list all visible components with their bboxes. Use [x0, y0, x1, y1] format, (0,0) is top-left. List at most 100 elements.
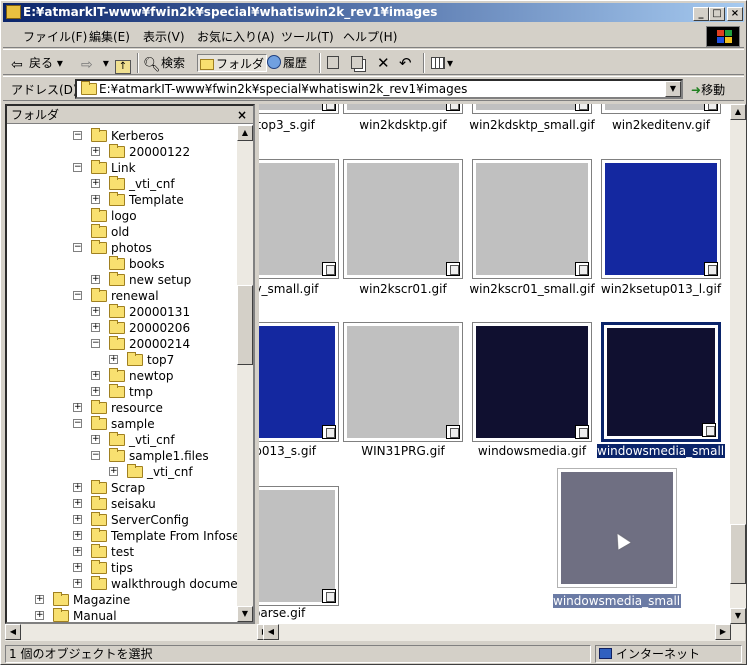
thumbnail[interactable]	[601, 104, 721, 114]
minimize-button[interactable]: _	[693, 7, 709, 21]
expand-toggle[interactable]: +	[91, 179, 100, 188]
scroll-down-button[interactable]: ▼	[237, 606, 253, 622]
expand-toggle[interactable]: +	[91, 307, 100, 316]
expand-toggle[interactable]: +	[109, 355, 118, 364]
views-button[interactable]: ▾	[431, 54, 453, 72]
tree-node-label: Magazine	[73, 593, 131, 607]
scroll-down-button[interactable]: ▼	[730, 608, 746, 624]
expand-toggle[interactable]: +	[73, 531, 82, 540]
forward-button[interactable]: ⇨ ▾	[81, 54, 109, 73]
go-button[interactable]: ➜移動	[691, 81, 725, 98]
thumbnail[interactable]	[343, 322, 463, 442]
scroll-left-button[interactable]: ◀	[5, 624, 21, 640]
address-input[interactable]: E:¥atmarkIT-www¥fwin2k¥special¥whatiswin…	[75, 79, 683, 99]
expand-toggle[interactable]: −	[73, 163, 82, 172]
expand-toggle[interactable]: +	[73, 515, 82, 524]
title-bar[interactable]: E:¥atmarkIT-www¥fwin2k¥special¥whatiswin…	[3, 3, 744, 22]
thumbnail-vscrollbar[interactable]: ▲ ▼	[730, 104, 746, 624]
thumbnail[interactable]	[472, 159, 592, 279]
tree-node-label: Link	[111, 161, 136, 175]
tree-node-label: tmp	[129, 385, 154, 399]
thumbnail[interactable]	[343, 104, 463, 114]
delete-button[interactable]: ✕	[377, 54, 390, 72]
expand-toggle[interactable]: +	[91, 387, 100, 396]
move-to-button[interactable]	[327, 54, 341, 72]
thumbnail-caption[interactable]: win2ksetup013_l.gif	[597, 282, 725, 296]
thumbnail-caption[interactable]: win2kdsktp.gif	[339, 118, 467, 132]
back-button[interactable]: ⇦ 戻る ▾	[11, 54, 63, 73]
thumbnail[interactable]	[259, 159, 339, 279]
folder-tree-pane: フォルダ × − Kerberos +20000122 − Link + _vti_cnf +…	[5, 104, 255, 624]
expand-toggle[interactable]: +	[73, 579, 82, 588]
thumbnail[interactable]	[259, 322, 339, 442]
thumbnail[interactable]	[343, 159, 463, 279]
thumbnail[interactable]	[472, 322, 592, 442]
maximize-button[interactable]: □	[709, 7, 725, 21]
thumbnail-caption[interactable]: windowsmedia_small.gif	[597, 444, 743, 458]
search-button[interactable]: 🔍︎検索	[143, 54, 185, 73]
expand-toggle[interactable]: +	[109, 467, 118, 476]
expand-toggle[interactable]: +	[91, 323, 100, 332]
folder-pane-close-button[interactable]: ×	[237, 106, 247, 124]
expand-toggle[interactable]: +	[73, 563, 82, 572]
expand-toggle[interactable]: +	[73, 499, 82, 508]
thumbnail-caption[interactable]: win2kdsktp_small.gif	[468, 118, 596, 132]
expand-toggle[interactable]: +	[91, 371, 100, 380]
menu-help[interactable]: ヘルプ(H)	[343, 28, 397, 45]
expand-toggle[interactable]: +	[73, 483, 82, 492]
expand-toggle[interactable]: −	[91, 339, 100, 348]
expand-toggle[interactable]: −	[91, 451, 100, 460]
menu-view[interactable]: 表示(V)	[143, 28, 185, 45]
tree-node-label: Template	[129, 193, 184, 207]
history-button[interactable]: 履歴	[267, 54, 307, 72]
thumbnail[interactable]	[601, 322, 721, 442]
menu-file[interactable]: ファイル(F)	[23, 28, 87, 45]
thumbnail-caption[interactable]: win2kscr01_small.gif	[468, 282, 596, 296]
expand-toggle[interactable]: +	[91, 147, 100, 156]
scroll-right-button[interactable]: ▶	[715, 624, 731, 640]
folder-tree-vscrollbar[interactable]: ▲ ▼	[237, 125, 253, 622]
thumbnail-caption[interactable]: windowsmedia.gif	[468, 444, 596, 458]
thumbnail-caption[interactable]: parse.gif	[259, 606, 343, 620]
up-folder-button[interactable]: ↑	[115, 54, 133, 74]
thumbnail[interactable]	[259, 104, 339, 114]
expand-toggle[interactable]: +	[35, 595, 44, 604]
expand-toggle[interactable]: −	[73, 291, 82, 300]
close-button[interactable]: ×	[727, 7, 743, 21]
undo-button[interactable]: ↶	[399, 54, 412, 72]
expand-toggle[interactable]: −	[73, 419, 82, 428]
folders-button[interactable]: フォルダ	[197, 54, 268, 72]
thumbnail-caption[interactable]: tup013_s.gif	[259, 444, 343, 458]
expand-toggle[interactable]: −	[73, 131, 82, 140]
scroll-left-button[interactable]: ◀	[263, 624, 279, 640]
scroll-up-button[interactable]: ▲	[237, 125, 253, 141]
tree-node-label: _vti_cnf	[147, 465, 193, 479]
expand-toggle[interactable]: +	[91, 275, 100, 284]
thumbnail-view[interactable]: sktop3_s.gifwin2kdsktp.gifwin2kdsktp_sma…	[259, 104, 746, 624]
folder-tree[interactable]: − Kerberos +20000122 − Link + _vti_cnf + Templat…	[7, 125, 237, 622]
thumbnail-caption[interactable]: win2kscr01.gif	[339, 282, 467, 296]
expand-toggle[interactable]: +	[35, 611, 44, 620]
copy-to-button[interactable]	[351, 54, 365, 72]
scroll-thumb[interactable]	[237, 285, 253, 365]
expand-toggle[interactable]: +	[91, 195, 100, 204]
scroll-thumb[interactable]	[730, 524, 746, 584]
thumbnail-caption[interactable]: win2keditenv.gif	[597, 118, 725, 132]
thumbnail-caption[interactable]: sktop3_s.gif	[259, 118, 343, 132]
gif-file-icon	[704, 262, 718, 276]
scroll-up-button[interactable]: ▲	[730, 104, 746, 120]
horizontal-scrollbar[interactable]: ◀ ▶ ◀ ▶	[5, 624, 745, 641]
expand-toggle[interactable]: +	[91, 435, 100, 444]
expand-toggle[interactable]: +	[73, 547, 82, 556]
menu-tools[interactable]: ツール(T)	[281, 28, 334, 45]
menu-favorites[interactable]: お気に入り(A)	[197, 28, 275, 45]
expand-toggle[interactable]: +	[73, 403, 82, 412]
thumbnail-caption[interactable]: WIN31PRG.gif	[339, 444, 467, 458]
address-dropdown-button[interactable]: ▼	[665, 81, 681, 97]
expand-toggle[interactable]: −	[73, 243, 82, 252]
thumbnail-caption[interactable]: env_small.gif	[259, 282, 343, 296]
thumbnail[interactable]	[259, 486, 339, 606]
menu-edit[interactable]: 編集(E)	[89, 28, 130, 45]
thumbnail[interactable]	[472, 104, 592, 114]
thumbnail[interactable]	[601, 159, 721, 279]
